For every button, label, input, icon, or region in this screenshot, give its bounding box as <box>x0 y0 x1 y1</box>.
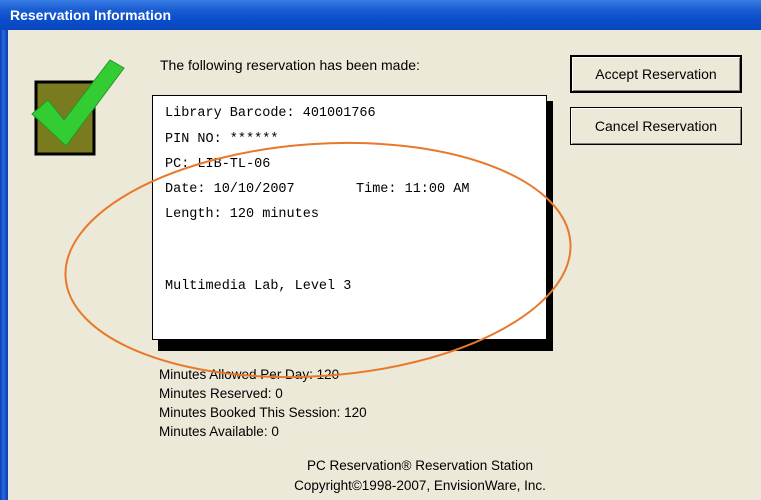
receipt-pin: PIN NO: ****** <box>165 132 279 147</box>
minutes-reserved: Minutes Reserved: 0 <box>159 386 283 401</box>
receipt-barcode: Library Barcode: 401001766 <box>165 106 376 121</box>
receipt-time: Time: 11:00 AM <box>356 182 470 197</box>
green-checkmark-icon <box>31 59 125 156</box>
intro-text: The following reservation has been made: <box>160 57 420 73</box>
product-name: PC Reservation® Reservation Station <box>306 458 534 473</box>
receipt-pc: PC: LIB-TL-06 <box>165 157 271 172</box>
receipt-location: Multimedia Lab, Level 3 <box>165 279 352 294</box>
window-title: Reservation Information <box>10 7 172 23</box>
footer: PC Reservation® Reservation Station Copy… <box>250 456 590 496</box>
reservation-receipt: Library Barcode: 401001766 PIN NO: *****… <box>152 95 547 340</box>
receipt-date: Date: 10/10/2007 <box>165 182 295 197</box>
minutes-booked: Minutes Booked This Session: 120 <box>159 405 367 420</box>
receipt-length: Length: 120 minutes <box>165 207 319 222</box>
cancel-reservation-button[interactable]: Cancel Reservation <box>570 107 742 145</box>
minutes-allowed: Minutes Allowed Per Day: 120 <box>159 367 340 382</box>
title-bar[interactable]: Reservation Information <box>0 0 761 30</box>
minutes-available: Minutes Available: 0 <box>159 424 279 439</box>
minutes-summary: Minutes Allowed Per Day: 120 Minutes Res… <box>159 365 367 441</box>
accept-reservation-button[interactable]: Accept Reservation <box>570 55 742 93</box>
reservation-window: Reservation Information The following re… <box>0 0 761 500</box>
copyright: Copyright©1998-2007, EnvisionWare, Inc. <box>294 478 546 493</box>
window-frame-left <box>0 30 8 500</box>
